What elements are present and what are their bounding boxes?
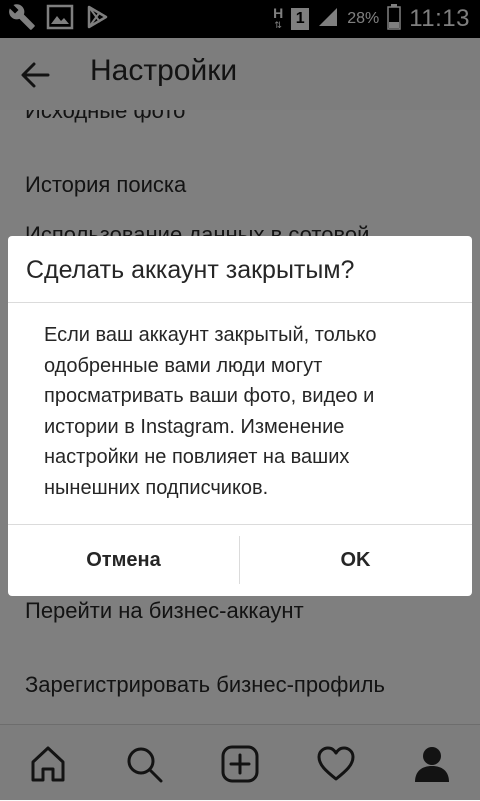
dialog-message: Если ваш аккаунт закрытый, только одобре… [44, 324, 377, 499]
private-account-dialog: Сделать аккаунт закрытым? Если ваш аккау… [8, 236, 472, 596]
cancel-button[interactable]: Отмена [8, 525, 239, 596]
dialog-title: Сделать аккаунт закрытым? [26, 256, 355, 284]
dialog-divider [8, 302, 472, 303]
ok-button[interactable]: OK [240, 525, 471, 596]
